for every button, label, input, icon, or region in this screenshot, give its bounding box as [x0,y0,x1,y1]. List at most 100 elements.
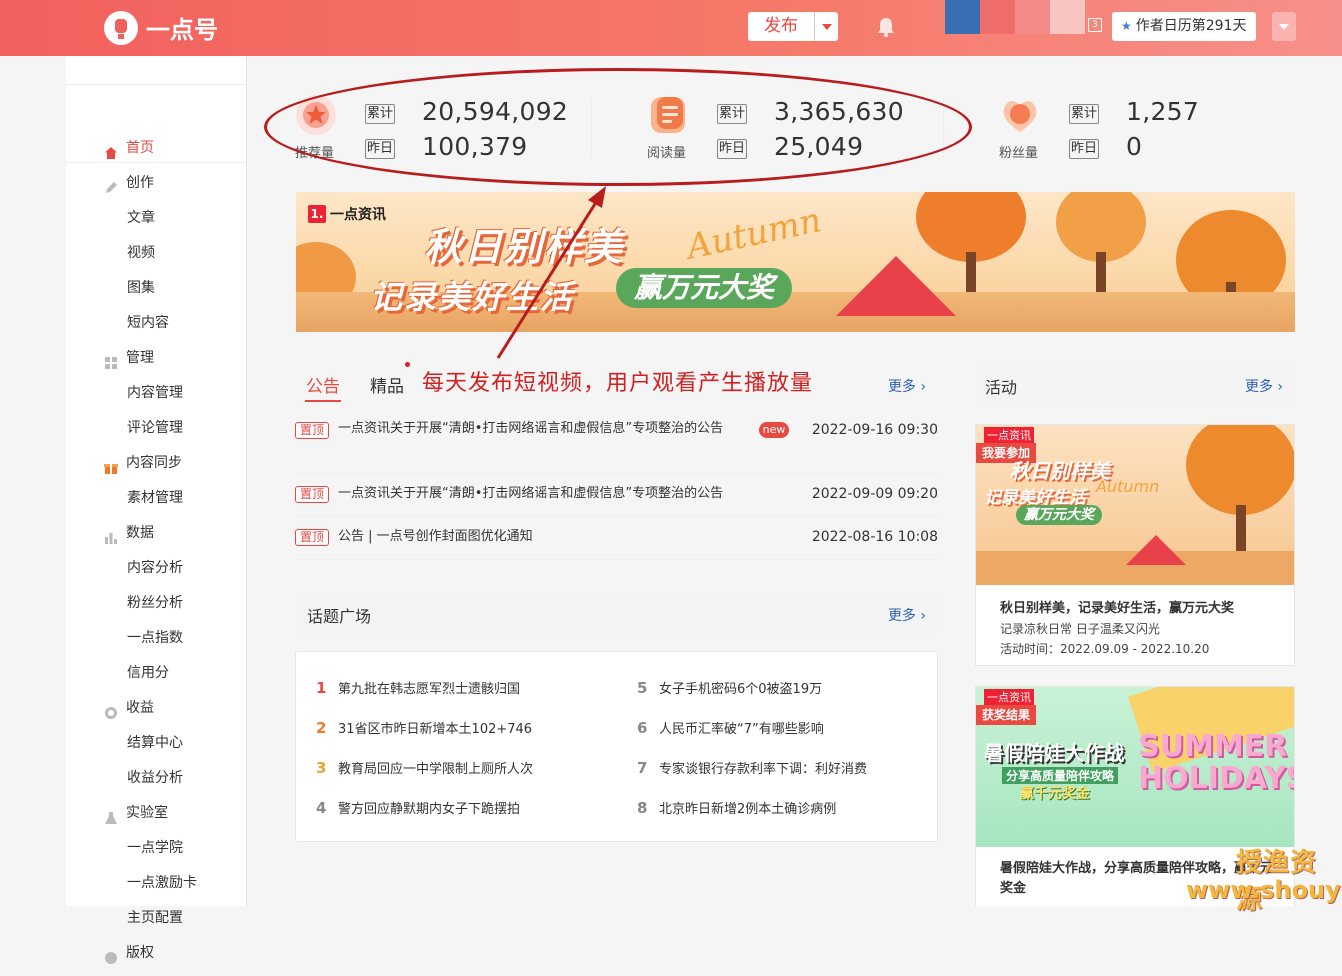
logo[interactable]: 一点号 [104,10,218,45]
topic-item[interactable]: 7 专家谈银行存款利率下调：利好消费 [637,758,867,777]
star-icon: ★ [1121,19,1132,33]
sidebar-item-label: 结算中心 [127,734,183,751]
annotation-ellipse [264,68,972,186]
sidebar-item[interactable]: 素材管理 [66,483,246,513]
autumn-banner[interactable]: 1. 一点资讯 Autumn 秋日别样美 记录美好生活 赢万元大奖 [296,192,1295,332]
sidebar-item-label: 数据 [126,524,154,541]
sidebar-item[interactable]: 创作 [66,168,246,198]
activity-tag: 获奖结果 [976,705,1037,725]
topic-header: 话题广场 更多 › [295,592,938,636]
notice-row[interactable]: 置顶 一点资讯关于开展“清朗•打击网络谣言和虚假信息”专项整治的公告 2022-… [295,474,938,517]
notice-date: 2022-08-16 10:08 [811,529,938,545]
sidebar-item-label: 内容分析 [127,559,183,576]
logo-text: 一点号 [146,16,218,44]
pin-badge: 置顶 [295,422,329,439]
sidebar-item[interactable]: 实验室 [66,798,246,828]
sidebar-item-label: 视频 [127,244,155,261]
activity-card-title[interactable]: 秋日别样美，记录美好生活，赢万元大奖 [1000,597,1234,616]
sidebar-item[interactable]: 内容管理 [66,378,246,408]
sidebar-item[interactable]: 文章 [66,203,246,233]
pen-icon [104,176,118,193]
sidebar-item[interactable]: 粉丝分析 [66,588,246,618]
topic-item[interactable]: 2 31省区市昨日新增本土102+746 [316,718,532,737]
topic-item[interactable]: 1 第九批在韩志愿军烈士遗骸归国 [316,678,520,697]
pin-badge: 置顶 [295,486,329,503]
sidebar-item-label: 收益 [126,699,154,716]
author-calendar-button[interactable]: ★ 作者日历第291天 [1112,12,1256,41]
sidebar-item-label: 内容同步 [126,454,182,471]
sidebar-item-label: 版权 [126,944,154,961]
banner-brand: 1. 一点资讯 [308,204,386,224]
sidebar-item[interactable]: 信用分 [66,658,246,688]
calendar-label: 作者日历第291天 [1135,18,1247,34]
sidebar-item[interactable]: 内容同步 [66,448,246,478]
sidebar-item[interactable]: 收益分析 [66,763,246,793]
topic-item[interactable]: 8 北京昨日新增2例本土确诊病例 [637,798,836,817]
sidebar-item[interactable]: 视频 [66,238,246,268]
notice-more-link[interactable]: 更多 › [888,376,926,396]
sidebar: 首页创作文章视频图集短内容管理内容管理评论管理内容同步素材管理数据内容分析粉丝分… [66,56,247,964]
sidebar-item[interactable]: 首页 [66,133,246,163]
sidebar-item-label: 首页 [126,140,154,156]
gift-icon [104,456,118,474]
sidebar-item[interactable]: 结算中心 [66,728,246,758]
topic-item[interactable]: 4 警方回应静默期内女子下跪摆拍 [316,798,520,817]
publish-control: 发布 [748,12,838,41]
sidebar-item[interactable]: 收益 [66,693,246,723]
notice-title[interactable]: 公告 | 一点号创作封面图优化通知 [338,526,533,548]
notice-date: 2022-09-16 09:30 [811,422,938,438]
sidebar-item[interactable]: 一点学院 [66,833,246,863]
account-dropdown-chevron-icon[interactable] [1272,12,1296,41]
notice-panel: 公告 精品 更多 › 置顶 一点资讯关于开展“清朗•打击网络谣言和虚假信息”专项… [295,366,938,566]
sidebar-item-label: 实验室 [126,804,168,821]
watermark-url: www.shouyu.pw [1186,876,1342,904]
activity-more-link[interactable]: 更多 › [1245,376,1283,396]
sidebar-item-label: 收益分析 [127,769,183,786]
grid-icon [104,351,118,369]
flask-icon [104,806,118,824]
sidebar-item[interactable]: 短内容 [66,308,246,338]
publish-button[interactable]: 发布 [748,12,814,41]
topic-title: 话题广场 [307,607,372,626]
sidebar-item-label: 图集 [127,279,155,296]
sidebar-item-label: 管理 [126,349,154,366]
topic-item[interactable]: 3 教育局回应一中学限制上厕所人次 [316,758,533,777]
sidebar-item[interactable]: 一点激励卡 [66,868,246,898]
notice-title[interactable]: 一点资讯关于开展“清朗•打击网络谣言和虚假信息”专项整治的公告 [338,483,723,505]
activity-card[interactable]: 一点资讯 我要参加 秋日别样美 记录美好生活 Autumn 赢万元大奖 秋日别样… [975,424,1295,666]
sidebar-item-label: 主页配置 [127,909,183,926]
topic-item[interactable]: 5 女子手机密码6个0被盗19万 [637,678,822,697]
activity-image: 一点资讯 我要参加 秋日别样美 记录美好生活 Autumn 赢万元大奖 [976,425,1294,585]
tab-announcement[interactable]: 公告 [306,372,340,397]
sidebar-item[interactable]: 数据 [66,518,246,548]
notice-date: 2022-09-09 09:20 [811,486,938,502]
notice-title[interactable]: 一点资讯关于开展“清朗•打击网络谣言和虚假信息”专项整治的公告 [338,418,738,440]
home-icon [104,141,118,159]
avatar-mosaic[interactable] [945,0,1085,34]
topic-more-link[interactable]: 更多 › [888,605,926,625]
notice-row[interactable]: 置顶 一点资讯关于开展“清朗•打击网络谣言和虚假信息”专项整治的公告 new 2… [295,418,938,474]
activity-card-desc: 记录凉秋日常 日子温柔又闪光 [1000,622,1160,636]
sidebar-item[interactable]: 评论管理 [66,413,246,443]
stat-label: 粉丝量 [999,146,1039,161]
sidebar-item[interactable]: 管理 [66,343,246,373]
sidebar-item[interactable]: 图集 [66,273,246,303]
pin-badge: 置顶 [295,529,329,546]
bell-icon[interactable] [876,16,896,43]
activity-title: 活动 [985,378,1018,397]
notice-row[interactable]: 置顶 公告 | 一点号创作封面图优化通知 2022-08-16 10:08 [295,517,938,560]
sidebar-item[interactable]: 主页配置 [66,903,246,933]
publish-dropdown-chevron-icon[interactable] [814,12,838,41]
tab-featured[interactable]: 精品 [370,372,404,397]
topic-list: 1 第九批在韩志愿军烈士遗骸归国 2 31省区市昨日新增本土102+746 3 教育局… [295,651,938,842]
sidebar-item[interactable]: 版权 [66,938,246,968]
sidebar-item-label: 创作 [126,174,154,191]
sidebar-item[interactable]: 一点指数 [66,623,246,653]
topic-item[interactable]: 6 人民币汇率破“7”有哪些影响 [637,718,824,737]
sidebar-item-label: 一点激励卡 [127,874,197,891]
top-header: 一点号 发布 3 ★ 作者日历第291天 [0,0,1342,56]
sidebar-item[interactable]: 内容分析 [66,553,246,583]
copyright-icon [104,946,118,964]
activity-header: 活动 更多 › [975,366,1295,404]
sidebar-item-label: 文章 [127,209,155,226]
